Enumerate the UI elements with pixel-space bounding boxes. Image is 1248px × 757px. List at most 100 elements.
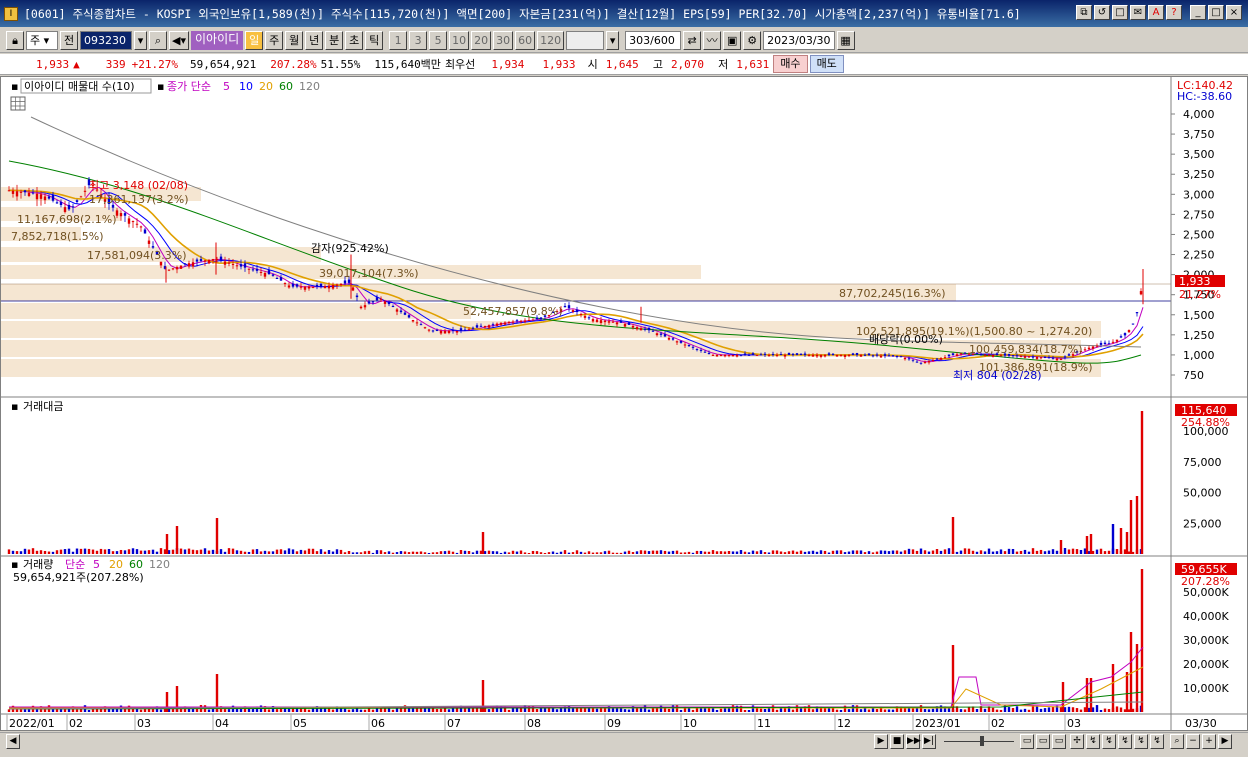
mail-button[interactable]: ✉: [1130, 5, 1146, 20]
amount-bar: [399, 551, 403, 554]
layout-icon[interactable]: ▭: [1036, 734, 1050, 749]
refresh-button[interactable]: ↺: [1094, 5, 1110, 20]
scroll-left-icon[interactable]: ◀: [6, 734, 20, 749]
candle-body: [771, 353, 775, 355]
sell-button[interactable]: 매도: [809, 55, 844, 73]
candle-body: [1043, 357, 1047, 359]
prev-button[interactable]: 전: [60, 30, 78, 50]
amount-bar: [1043, 551, 1047, 554]
tool-icon[interactable]: ↯: [1086, 734, 1100, 749]
vp-label: 17,361,137(3.2%): [89, 193, 189, 206]
interval-button[interactable]: 30: [493, 30, 514, 50]
zoom-out-icon[interactable]: −: [1186, 734, 1200, 749]
candle-body: [183, 263, 187, 265]
settings-icon[interactable]: ⚙: [743, 30, 762, 50]
period-week-button[interactable]: 주: [265, 30, 284, 50]
period-day-button[interactable]: 일: [245, 30, 264, 50]
volume-bar: [227, 709, 231, 712]
minimize-button[interactable]: _: [1190, 5, 1206, 20]
period-second-button[interactable]: 초: [345, 30, 364, 50]
interval-button[interactable]: 10: [449, 30, 470, 50]
date-input[interactable]: 2023/03/30: [763, 30, 835, 50]
font-button[interactable]: A: [1148, 5, 1164, 20]
save-icon[interactable]: ▣: [723, 30, 742, 50]
tool-icon[interactable]: ↯: [1118, 734, 1132, 749]
interval-button[interactable]: 1: [389, 30, 408, 50]
candle-body: [1123, 333, 1127, 336]
period-minute-button[interactable]: 분: [325, 30, 344, 50]
volume-bar: [887, 709, 891, 712]
tool-icon[interactable]: ↯: [1102, 734, 1116, 749]
chart-type-icon[interactable]: ⇄: [683, 30, 702, 50]
zoom-search-icon[interactable]: ⌕: [1170, 734, 1184, 749]
speaker-icon[interactable]: ◀▾: [169, 30, 189, 50]
period-tick-button[interactable]: 틱: [365, 30, 384, 50]
lock-icon[interactable]: 🔒︎: [6, 30, 24, 50]
candle-body: [727, 354, 731, 356]
candle-body: [303, 286, 307, 290]
period-year-button[interactable]: 년: [305, 30, 324, 50]
interval-button[interactable]: 20: [471, 30, 492, 50]
tool-icon[interactable]: ↯: [1150, 734, 1164, 749]
candle-body: [55, 202, 59, 204]
amount-bar: [791, 550, 795, 554]
period-month-button[interactable]: 월: [285, 30, 304, 50]
close-button[interactable]: ×: [1226, 5, 1242, 20]
chart-svg[interactable]: 최고 3,148 (02/08) 17,361,137(3.2%) 11,167…: [1, 77, 1247, 730]
screen-button[interactable]: □: [1112, 5, 1128, 20]
volume-bar: [923, 709, 927, 712]
candle-body: [175, 267, 179, 270]
fast-forward-icon[interactable]: ▶▶: [906, 734, 921, 749]
amount-bar: [275, 549, 279, 554]
code-dropdown-icon[interactable]: ▾: [134, 30, 147, 50]
help-button[interactable]: ?: [1166, 5, 1182, 20]
stock-code-input[interactable]: 093230: [80, 30, 132, 50]
grid-icon[interactable]: [10, 96, 26, 111]
link-window-button[interactable]: ⧉: [1076, 5, 1092, 20]
volume-bar: [991, 707, 995, 712]
candle-body: [723, 354, 727, 357]
zoom-slider[interactable]: [944, 741, 1014, 742]
calendar-icon[interactable]: ▦: [836, 30, 855, 50]
amount-bar: [787, 551, 791, 554]
chart-scrollbar[interactable]: ◀ ▶ ■ ▶▶ ▶| ▭ ▭ ▭ ✢ ↯ ↯ ↯ ↯ ↯ ⌕ − + ▶: [0, 732, 1248, 749]
amount-bar: [631, 552, 635, 554]
candle-body: [931, 360, 935, 362]
count-input[interactable]: 303/600: [625, 30, 682, 50]
interval-dropdown-icon[interactable]: ▾: [606, 30, 620, 50]
tool-icon[interactable]: ↯: [1134, 734, 1148, 749]
amount-bar: [1039, 549, 1043, 554]
search-icon[interactable]: ⌕: [149, 30, 167, 50]
volume-bar: [963, 709, 967, 712]
amount-bar: [1047, 550, 1051, 554]
volume-bar: [451, 708, 455, 712]
zoom-in-icon[interactable]: +: [1202, 734, 1216, 749]
interval-button[interactable]: 120: [537, 30, 565, 50]
zoom-slider-handle[interactable]: [980, 736, 984, 746]
layout-icon[interactable]: ▭: [1052, 734, 1066, 749]
pause-icon[interactable]: ■: [890, 734, 904, 749]
layout-icon[interactable]: ▭: [1020, 734, 1034, 749]
play-icon[interactable]: ▶: [874, 734, 888, 749]
candle-body: [83, 190, 87, 192]
amount-bar: [431, 552, 435, 554]
interval-button[interactable]: 60: [515, 30, 536, 50]
maximize-button[interactable]: □: [1208, 5, 1224, 20]
interval-button[interactable]: 3: [409, 30, 428, 50]
volume-bar: [91, 709, 95, 712]
crosshair-icon[interactable]: ✢: [1070, 734, 1084, 749]
indicator-icon[interactable]: 〰: [703, 30, 722, 50]
buy-button[interactable]: 매수: [773, 55, 808, 73]
period-select[interactable]: 주 ▾: [26, 30, 58, 50]
chart-area[interactable]: 최고 3,148 (02/08) 17,361,137(3.2%) 11,167…: [0, 76, 1248, 731]
volume-bar: [647, 709, 651, 712]
current-price: 1,933: [36, 57, 70, 71]
candle-body: [131, 221, 135, 223]
scroll-right-icon[interactable]: ▶: [1218, 734, 1232, 749]
interval-input[interactable]: [566, 30, 605, 50]
candle-body: [283, 283, 287, 285]
amount-bar: [923, 550, 927, 554]
interval-button[interactable]: 5: [429, 30, 448, 50]
amount-bar: [671, 550, 675, 554]
end-icon[interactable]: ▶|: [922, 734, 936, 749]
